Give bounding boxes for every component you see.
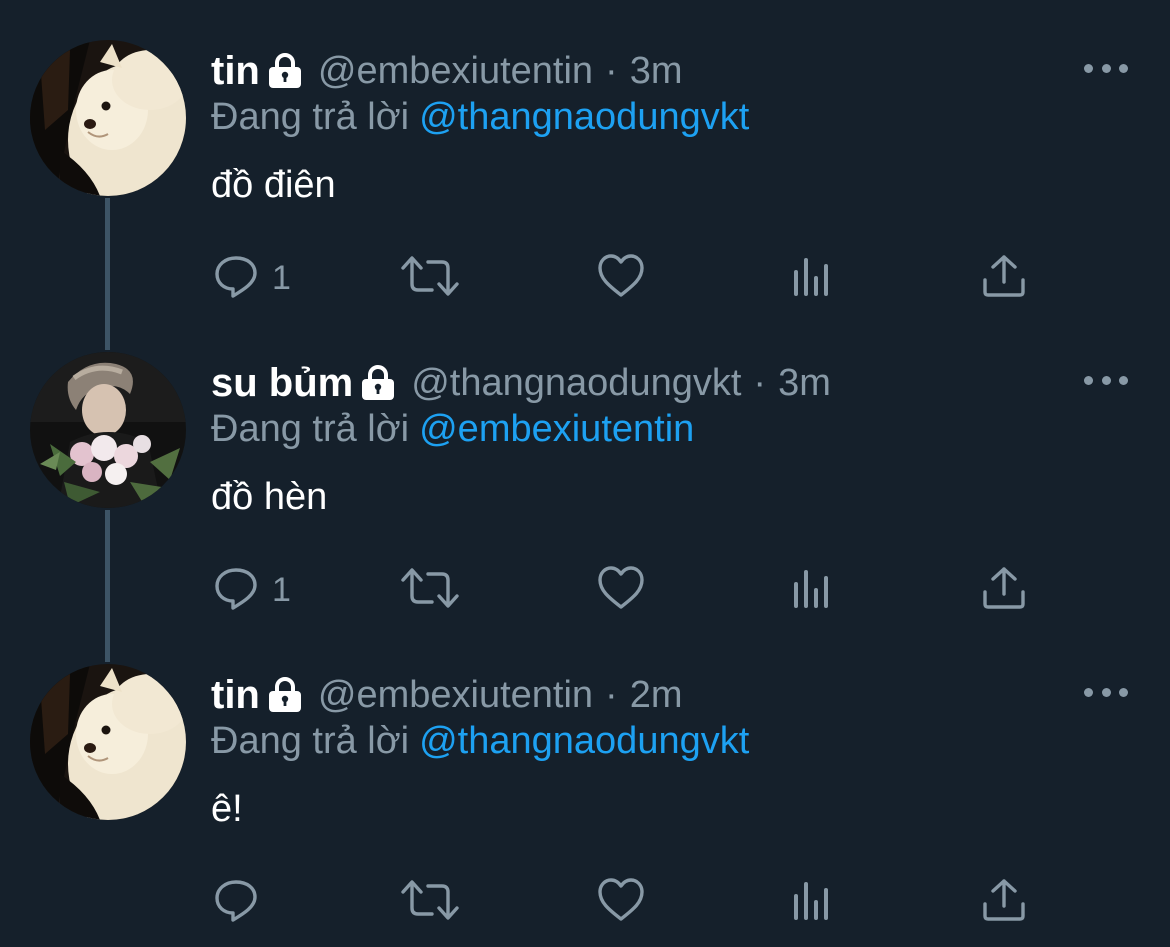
lock-icon	[268, 53, 302, 89]
reply-icon	[212, 564, 260, 617]
share-button[interactable]	[980, 250, 1028, 306]
lock-icon	[361, 365, 395, 401]
timestamp[interactable]: 2m	[630, 674, 683, 717]
tweet-thread: tin @embexiutentin · 3m Đang trả lời @tha…	[0, 0, 1170, 947]
like-icon	[596, 252, 646, 305]
reply-target-link[interactable]: @embexiutentin	[419, 408, 694, 450]
retweet-icon	[400, 564, 460, 617]
tweet-actions: 1	[0, 250, 1170, 306]
like-icon	[596, 564, 646, 617]
reply-target-link[interactable]: @thangnaodungvkt	[419, 96, 749, 138]
reply-count: 1	[272, 570, 291, 609]
separator-dot: ·	[753, 361, 767, 404]
display-name[interactable]: tin	[211, 49, 260, 94]
reply-icon	[212, 876, 260, 929]
user-handle[interactable]: @embexiutentin	[318, 50, 593, 93]
analytics-button[interactable]	[788, 562, 836, 618]
more-options-icon[interactable]	[1084, 368, 1128, 392]
reply-count: 1	[272, 258, 291, 297]
tweet[interactable]: tin @embexiutentin · 3m Đang trả lời @tha…	[0, 0, 1170, 350]
replying-to: Đang trả lời @thangnaodungvkt	[211, 96, 749, 139]
reply-button[interactable]: 1	[212, 250, 291, 306]
replying-to: Đang trả lời @thangnaodungvkt	[211, 720, 749, 763]
like-icon	[596, 876, 646, 929]
like-button[interactable]	[596, 250, 646, 306]
tweet[interactable]: tin @embexiutentin · 2m Đang trả lời @tha…	[0, 624, 1170, 936]
reply-target-link[interactable]: @thangnaodungvkt	[419, 720, 749, 762]
share-icon	[980, 876, 1028, 929]
reply-icon	[212, 252, 260, 305]
like-button[interactable]	[596, 562, 646, 618]
reply-button[interactable]: 1	[212, 562, 291, 618]
display-name[interactable]: su bủm	[211, 361, 353, 406]
lock-icon	[268, 677, 302, 713]
retweet-button[interactable]	[400, 874, 460, 930]
retweet-icon	[400, 876, 460, 929]
retweet-button[interactable]	[400, 562, 460, 618]
display-name[interactable]: tin	[211, 673, 260, 718]
analytics-button[interactable]	[788, 874, 836, 930]
like-button[interactable]	[596, 874, 646, 930]
separator-dot: ·	[605, 49, 618, 92]
tweet-text: đồ hèn	[211, 476, 328, 518]
tweet-header: tin @embexiutentin · 2m	[211, 670, 683, 720]
tweet-text: đồ điên	[211, 164, 336, 206]
separator-dot: ·	[605, 673, 618, 716]
avatar[interactable]	[30, 352, 186, 508]
more-options-icon[interactable]	[1084, 56, 1128, 80]
share-icon	[980, 564, 1028, 617]
share-button[interactable]	[980, 874, 1028, 930]
analytics-icon	[788, 252, 836, 305]
share-icon	[980, 252, 1028, 305]
avatar[interactable]	[30, 40, 186, 196]
tweet-header: tin @embexiutentin · 3m	[211, 46, 683, 96]
timestamp[interactable]: 3m	[630, 50, 683, 93]
replying-to-label: Đang trả lời	[211, 96, 410, 138]
more-options-icon[interactable]	[1084, 680, 1128, 704]
user-handle[interactable]: @thangnaodungvkt	[411, 362, 741, 405]
tweet-header: su bủm @thangnaodungvkt · 3m	[211, 358, 831, 408]
retweet-icon	[400, 252, 460, 305]
tweet-actions: 1	[0, 562, 1170, 618]
tweet-text: ê!	[211, 788, 243, 830]
share-button[interactable]	[980, 562, 1028, 618]
replying-to-label: Đang trả lời	[211, 720, 410, 762]
timestamp[interactable]: 3m	[778, 362, 831, 405]
replying-to: Đang trả lời @embexiutentin	[211, 408, 694, 451]
tweet[interactable]: su bủm @thangnaodungvkt · 3m Đang trả lờ…	[0, 312, 1170, 662]
user-handle[interactable]: @embexiutentin	[318, 674, 593, 717]
analytics-icon	[788, 564, 836, 617]
avatar[interactable]	[30, 664, 186, 820]
analytics-icon	[788, 876, 836, 929]
tweet-actions	[0, 874, 1170, 930]
reply-button[interactable]	[212, 874, 272, 930]
replying-to-label: Đang trả lời	[211, 408, 410, 450]
analytics-button[interactable]	[788, 250, 836, 306]
retweet-button[interactable]	[400, 250, 460, 306]
